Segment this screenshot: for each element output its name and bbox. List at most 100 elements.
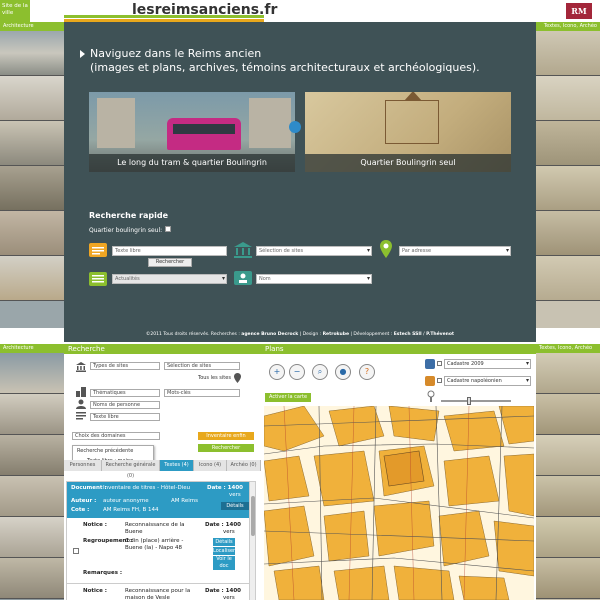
architecture-thumbnail[interactable] [0, 476, 64, 517]
promo-boulingrin-caption: Quartier Boulingrin seul [305, 154, 511, 172]
map-canvas[interactable] [264, 406, 534, 600]
hero-title: Naviguez dans le Reims ancien (images et… [90, 47, 480, 75]
person-names-select[interactable]: Noms de personne [90, 401, 160, 409]
recent-search-label[interactable]: Recherche précédente [77, 448, 133, 454]
opacity-slider[interactable] [441, 397, 511, 405]
bullet-arrow-icon [80, 50, 85, 58]
archive-thumbnail[interactable] [536, 76, 600, 121]
search-button[interactable]: Rechercher [198, 444, 254, 452]
person-icon [76, 399, 86, 409]
footer-credits: ©2011 Tous droits réservés. Recherches :… [64, 328, 536, 342]
zoom-in-icon[interactable]: + [269, 364, 285, 380]
map-panel-tab[interactable]: Plans [261, 344, 536, 354]
document-key: Document : [71, 485, 107, 491]
cadastral-map [264, 406, 534, 600]
quick-news-select[interactable]: Actualités [112, 274, 227, 284]
architecture-thumbnail[interactable] [0, 435, 64, 476]
archive-thumbnail[interactable] [536, 211, 600, 256]
tab-icono[interactable]: Icono (4) [194, 460, 227, 471]
next-arrow-icon[interactable] [289, 121, 301, 133]
architecture-thumbnail[interactable] [0, 121, 64, 166]
activate-map-button[interactable]: Activer la carte [265, 393, 312, 402]
layer-checkbox[interactable] [437, 361, 442, 366]
archive-thumbnail[interactable] [536, 31, 600, 76]
free-text-input[interactable]: Texte libre [90, 413, 160, 421]
tab-archeo[interactable]: Archéo (0) [227, 460, 261, 471]
hero-panel: Naviguez dans le Reims ancien (images et… [64, 22, 536, 328]
architecture-label: Architecture [0, 22, 64, 31]
news-icon [89, 272, 107, 286]
themes-icon [76, 387, 86, 397]
site-types-select[interactable]: Types de sites [90, 362, 160, 370]
text-icon [76, 412, 86, 420]
architecture-thumbnail[interactable] [0, 256, 64, 301]
tram-illustration [167, 118, 241, 150]
architecture-thumbnail[interactable] [0, 166, 64, 211]
hero-title-line1: Naviguez dans le Reims ancien [90, 47, 262, 60]
archive-thumbnail[interactable] [536, 517, 600, 558]
view-document-button[interactable]: Voir le doc [213, 556, 235, 570]
archive-thumbnail[interactable] [536, 166, 600, 211]
quick-address-select[interactable]: Par adresse [399, 246, 511, 256]
architecture-thumbnail[interactable] [0, 211, 64, 256]
architecture-thumbnail[interactable] [0, 517, 64, 558]
tab-people[interactable]: Personnes [64, 460, 102, 471]
layer-select[interactable]: Cadastre napoléonien [444, 376, 531, 386]
quick-search-button[interactable]: Rechercher [148, 258, 192, 267]
quick-free-text-input[interactable]: Texte libre [112, 246, 227, 256]
opacity-slider-handle[interactable] [467, 397, 472, 405]
author-value: auteur anonyme [103, 498, 149, 504]
themes-select[interactable]: Thématiques [90, 389, 160, 397]
dev-separator: / [423, 332, 425, 337]
date-value: vers [223, 529, 235, 535]
archive-thumbnail[interactable] [536, 435, 600, 476]
archive-thumbnail[interactable] [536, 558, 600, 599]
design-link[interactable]: Retrokube [323, 332, 349, 337]
result-checkbox[interactable] [73, 548, 79, 554]
dev-link-2[interactable]: P.Thévenot [426, 332, 454, 337]
results-scrollbar[interactable] [249, 482, 255, 600]
tab-general[interactable]: Recherche générale (0) [102, 460, 160, 479]
architecture-thumbnail[interactable] [0, 558, 64, 599]
architecture-thumbnail[interactable] [0, 353, 64, 394]
boulingrin-only-checkbox[interactable] [165, 226, 171, 232]
date-value: vers [229, 492, 241, 498]
domains-select[interactable]: Choix des domaines [72, 432, 160, 440]
archive-thumbnail[interactable] [536, 394, 600, 435]
dev-link[interactable]: Estech SSII [394, 332, 422, 337]
people-icon[interactable]: ● [335, 364, 351, 380]
map-pin-icon[interactable] [234, 373, 241, 383]
cote-value: AM Reims FH, B 144 [103, 507, 159, 513]
layer-select[interactable]: Cadastre 2009 [444, 359, 531, 369]
design-label: | Design : [299, 332, 322, 337]
zoom-extent-icon[interactable]: ⌕ [312, 364, 328, 380]
tab-texts[interactable]: Textes (4) [160, 460, 194, 471]
help-icon[interactable]: ? [359, 364, 375, 380]
archive-thumbnail[interactable] [536, 121, 600, 166]
zoom-out-icon[interactable]: − [289, 364, 305, 380]
architecture-thumbnail[interactable] [0, 394, 64, 435]
architecture-thumbnail[interactable] [0, 76, 64, 121]
promo-boulingrin[interactable]: Quartier Boulingrin seul [305, 92, 511, 172]
details-button[interactable]: Détails [221, 502, 249, 510]
archive-thumbnail[interactable] [536, 256, 600, 301]
all-sites-label: Tous les sites [198, 375, 231, 381]
city-site-link[interactable]: Site de la ville [0, 0, 30, 22]
archive-thumbnail[interactable] [536, 353, 600, 394]
agency-link[interactable]: agence Bruno Decrock [241, 332, 298, 337]
promo-tram-caption: Le long du tram & quartier Boulingrin [89, 154, 295, 172]
archive-thumbnail[interactable] [536, 476, 600, 517]
layer-checkbox[interactable] [437, 378, 442, 383]
quick-sites-select[interactable]: Sélection de sites [256, 246, 372, 256]
partner-logo[interactable]: RM [566, 3, 592, 19]
texts-label: Textes, Icono, Archéo [536, 344, 600, 353]
inventory-button[interactable]: Inventaire enfin [198, 432, 254, 440]
sites-selection-select[interactable]: Sélection de sites [164, 362, 240, 370]
locate-button[interactable]: Localiser [213, 547, 235, 555]
quick-name-select[interactable]: Nom [256, 274, 372, 284]
architecture-thumbnail[interactable] [0, 31, 64, 76]
details-button[interactable]: Détails [213, 538, 235, 546]
keywords-select[interactable]: Mots-clés [164, 389, 240, 397]
search-panel-tab[interactable]: Recherche [64, 344, 261, 354]
promo-tram[interactable]: Le long du tram & quartier Boulingrin [89, 92, 295, 172]
